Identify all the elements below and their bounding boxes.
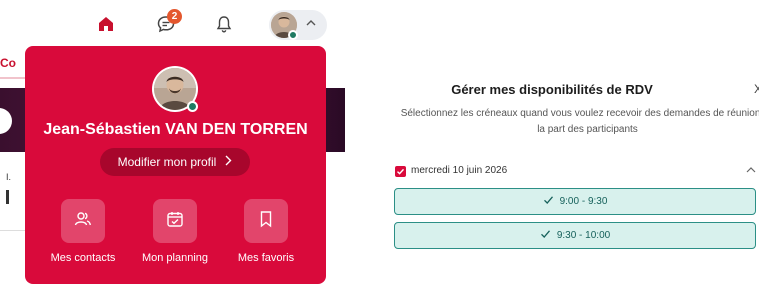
close-button[interactable]: X (754, 82, 759, 96)
time-slot-label: 9:30 - 10:00 (556, 230, 611, 241)
chevron-up-icon[interactable] (745, 164, 757, 179)
bell-icon[interactable] (213, 13, 235, 35)
chat-icon[interactable]: 2 (155, 9, 182, 35)
my-favorites-shortcut[interactable]: Mes favoris (221, 199, 311, 264)
shortcut-label: Mon planning (141, 252, 209, 264)
home-icon[interactable] (95, 13, 117, 35)
availability-panel: Gérer mes disponibilités de RDV X Sélect… (345, 0, 759, 289)
notification-badge: 2 (167, 9, 182, 24)
background-tab: Co (0, 56, 16, 70)
day-row[interactable]: mercredi 10 juin 2026 (395, 164, 759, 180)
edit-profile-label: Modifier mon profil (117, 155, 217, 169)
my-planning-shortcut[interactable]: Mon planning (130, 199, 220, 264)
favorites-tile (244, 199, 288, 243)
account-menu-toggle[interactable] (269, 10, 327, 40)
background-text: I. (6, 172, 12, 182)
edit-profile-button[interactable]: Modifier mon profil (100, 148, 250, 176)
day-checkbox[interactable] (395, 166, 406, 177)
profile-avatar (152, 66, 198, 112)
panel-subtitle: Sélectionnez les créneaux quand vous vou… (400, 108, 759, 135)
shortcut-label: Mes contacts (50, 252, 116, 264)
time-slot-label: 9:00 - 9:30 (559, 196, 608, 207)
my-contacts-shortcut[interactable]: Mes contacts (38, 199, 128, 264)
chevron-up-icon (305, 17, 317, 32)
bookmark-icon (258, 210, 274, 233)
check-icon (540, 229, 551, 242)
divider (0, 77, 26, 79)
time-slot[interactable]: 9:00 - 9:30 (394, 188, 756, 215)
contacts-icon (74, 210, 92, 233)
profile-name: Jean-Sébastien VAN DEN TORREN (43, 121, 308, 138)
contacts-tile (61, 199, 105, 243)
check-icon (543, 195, 554, 208)
chevron-right-icon (224, 155, 232, 169)
calendar-check-icon (166, 210, 184, 233)
online-status-dot (187, 101, 198, 112)
top-navigation: 2 (0, 0, 345, 46)
time-slot[interactable]: 9:30 - 10:00 (394, 222, 756, 249)
planning-tile (153, 199, 197, 243)
panel-title: Gérer mes disponibilités de RDV (451, 82, 653, 97)
background-marker (6, 190, 9, 204)
day-label: mercredi 10 juin 2026 (411, 165, 508, 176)
shortcut-label: Mes favoris (237, 252, 295, 264)
profile-dropdown: Jean-Sébastien VAN DEN TORREN Modifier m… (25, 46, 326, 284)
online-status-dot (288, 30, 298, 40)
